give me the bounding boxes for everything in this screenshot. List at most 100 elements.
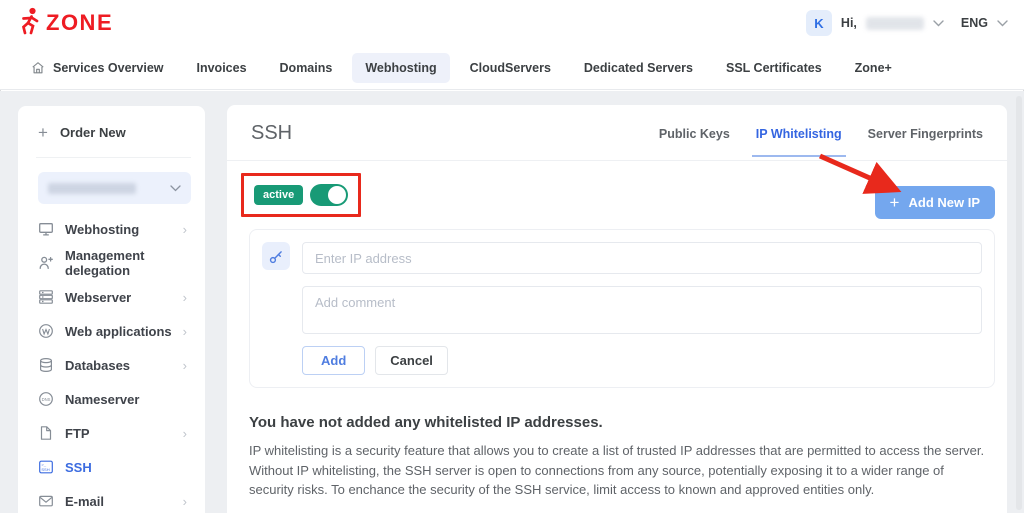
sidebar-item-ssh[interactable]: >_SSH SSH bbox=[38, 450, 191, 484]
empty-state-description: IP whitelisting is a security feature th… bbox=[249, 441, 985, 500]
sidebar-item-label: Web applications bbox=[65, 324, 172, 339]
page: ZONE K Hi, ENG Services Overview Invoice… bbox=[0, 0, 1024, 513]
empty-state-heading: You have not added any whitelisted IP ad… bbox=[249, 414, 985, 431]
sidebar-item-label: Management delegation bbox=[65, 248, 191, 278]
nav-label: SSL Certificates bbox=[726, 61, 822, 75]
terminal-icon: >_SSH bbox=[38, 459, 54, 475]
toggle-knob bbox=[328, 186, 346, 204]
order-new-button[interactable]: + Order New bbox=[38, 124, 191, 141]
sidebar-item-webserver[interactable]: Webserver › bbox=[38, 280, 191, 314]
user-menu-chevron-down-icon[interactable] bbox=[933, 20, 944, 27]
sidebar-item-label: SSH bbox=[65, 460, 92, 475]
sidebar-item-label: Databases bbox=[65, 358, 130, 373]
nav-label: Domains bbox=[280, 61, 333, 75]
service-select-dropdown[interactable] bbox=[38, 172, 191, 204]
page-title: SSH bbox=[251, 122, 292, 145]
form-fields: Add Cancel bbox=[302, 242, 982, 375]
add-button[interactable]: Add bbox=[302, 346, 365, 375]
svg-text:DNS: DNS bbox=[42, 397, 51, 402]
sidebar-item-databases[interactable]: Databases › bbox=[38, 348, 191, 382]
database-icon bbox=[38, 357, 54, 373]
whitelist-toolbar: active + Add New IP bbox=[249, 173, 995, 219]
sidebar-item-label: FTP bbox=[65, 426, 90, 441]
chevron-right-icon: › bbox=[183, 494, 191, 509]
annotation-highlight-rectangle: active bbox=[241, 173, 361, 217]
tab-public-keys[interactable]: Public Keys bbox=[659, 127, 730, 141]
server-icon bbox=[38, 289, 54, 305]
plus-icon: + bbox=[890, 194, 900, 211]
status-badge: active bbox=[254, 185, 303, 205]
user-area: K Hi, ENG bbox=[806, 10, 1008, 36]
ssh-panel: SSH Public Keys IP Whitelisting Server F… bbox=[227, 105, 1007, 513]
add-ip-form: Add Cancel bbox=[249, 229, 995, 388]
sidebar: + Order New Webhosting › Management dele… bbox=[18, 106, 205, 513]
language-selector-label[interactable]: ENG bbox=[961, 16, 988, 30]
add-new-ip-button[interactable]: + Add New IP bbox=[875, 186, 995, 219]
comment-input[interactable] bbox=[302, 286, 982, 334]
language-chevron-down-icon[interactable] bbox=[997, 20, 1008, 27]
chevron-down-icon bbox=[170, 185, 181, 192]
whitelisting-toggle[interactable] bbox=[310, 184, 348, 206]
nav-label: Webhosting bbox=[365, 61, 436, 75]
wordpress-icon bbox=[38, 323, 54, 339]
nav-item-invoices[interactable]: Invoices bbox=[184, 53, 260, 83]
add-new-ip-label: Add New IP bbox=[908, 195, 980, 210]
greeting-text: Hi, bbox=[841, 16, 857, 30]
chevron-right-icon: › bbox=[183, 426, 191, 441]
logo-wordmark: ZONE bbox=[46, 12, 113, 34]
scrollbar[interactable] bbox=[1016, 96, 1022, 510]
chevron-right-icon: › bbox=[183, 324, 191, 339]
nav-item-services-overview[interactable]: Services Overview bbox=[18, 53, 177, 83]
sidebar-menu: Webhosting › Management delegation Webse… bbox=[38, 212, 191, 513]
nav-item-cloudservers[interactable]: CloudServers bbox=[457, 53, 564, 83]
sidebar-item-label: Webhosting bbox=[65, 222, 139, 237]
nav-item-webhosting[interactable]: Webhosting bbox=[352, 53, 449, 83]
ip-address-input[interactable] bbox=[302, 242, 982, 274]
nav-item-ssl-certificates[interactable]: SSL Certificates bbox=[713, 53, 835, 83]
cancel-button[interactable]: Cancel bbox=[375, 346, 448, 375]
monitor-icon bbox=[38, 221, 54, 237]
sidebar-item-email[interactable]: E-mail › bbox=[38, 484, 191, 513]
user-name-redacted bbox=[866, 17, 924, 30]
empty-state: You have not added any whitelisted IP ad… bbox=[249, 414, 995, 500]
sidebar-item-label: E-mail bbox=[65, 494, 104, 509]
panel-body: active + Add New IP bbox=[227, 161, 1007, 500]
zone-logo[interactable]: ZONE bbox=[16, 6, 113, 41]
sidebar-item-management-delegation[interactable]: Management delegation bbox=[38, 246, 191, 280]
sidebar-divider bbox=[36, 157, 191, 158]
selected-service-redacted bbox=[48, 183, 136, 194]
primary-nav: Services Overview Invoices Domains Webho… bbox=[0, 46, 1024, 90]
envelope-icon bbox=[38, 493, 54, 509]
nav-item-domains[interactable]: Domains bbox=[267, 53, 346, 83]
nav-label: CloudServers bbox=[470, 61, 551, 75]
top-header: ZONE K Hi, ENG bbox=[0, 0, 1024, 46]
ssh-tabs: Public Keys IP Whitelisting Server Finge… bbox=[659, 127, 983, 141]
file-icon bbox=[38, 425, 54, 441]
content-area: + Order New Webhosting › Management dele… bbox=[0, 91, 1024, 513]
runner-logo-icon bbox=[16, 6, 42, 41]
user-avatar[interactable]: K bbox=[806, 10, 832, 36]
order-new-label: Order New bbox=[60, 125, 126, 140]
chevron-right-icon: › bbox=[183, 290, 191, 305]
panel-header: SSH Public Keys IP Whitelisting Server F… bbox=[227, 105, 1007, 161]
svg-text:SSH: SSH bbox=[41, 467, 49, 472]
key-icon bbox=[262, 242, 290, 270]
sidebar-item-label: Webserver bbox=[65, 290, 131, 305]
dns-icon: DNS bbox=[38, 391, 54, 407]
tab-server-fingerprints[interactable]: Server Fingerprints bbox=[868, 127, 983, 141]
tab-ip-whitelisting[interactable]: IP Whitelisting bbox=[756, 127, 842, 141]
chevron-right-icon: › bbox=[183, 358, 191, 373]
plus-icon: + bbox=[38, 124, 48, 141]
sidebar-item-webhosting[interactable]: Webhosting › bbox=[38, 212, 191, 246]
nav-item-zone-plus[interactable]: Zone+ bbox=[842, 53, 905, 83]
nav-item-dedicated-servers[interactable]: Dedicated Servers bbox=[571, 53, 706, 83]
sidebar-item-web-applications[interactable]: Web applications › bbox=[38, 314, 191, 348]
sidebar-item-nameserver[interactable]: DNS Nameserver bbox=[38, 382, 191, 416]
sidebar-item-ftp[interactable]: FTP › bbox=[38, 416, 191, 450]
chevron-right-icon: › bbox=[183, 222, 191, 237]
sidebar-item-label: Nameserver bbox=[65, 392, 139, 407]
form-actions: Add Cancel bbox=[302, 346, 982, 375]
nav-label: Zone+ bbox=[855, 61, 892, 75]
user-plus-icon bbox=[38, 255, 54, 271]
nav-label: Services Overview bbox=[53, 61, 164, 75]
